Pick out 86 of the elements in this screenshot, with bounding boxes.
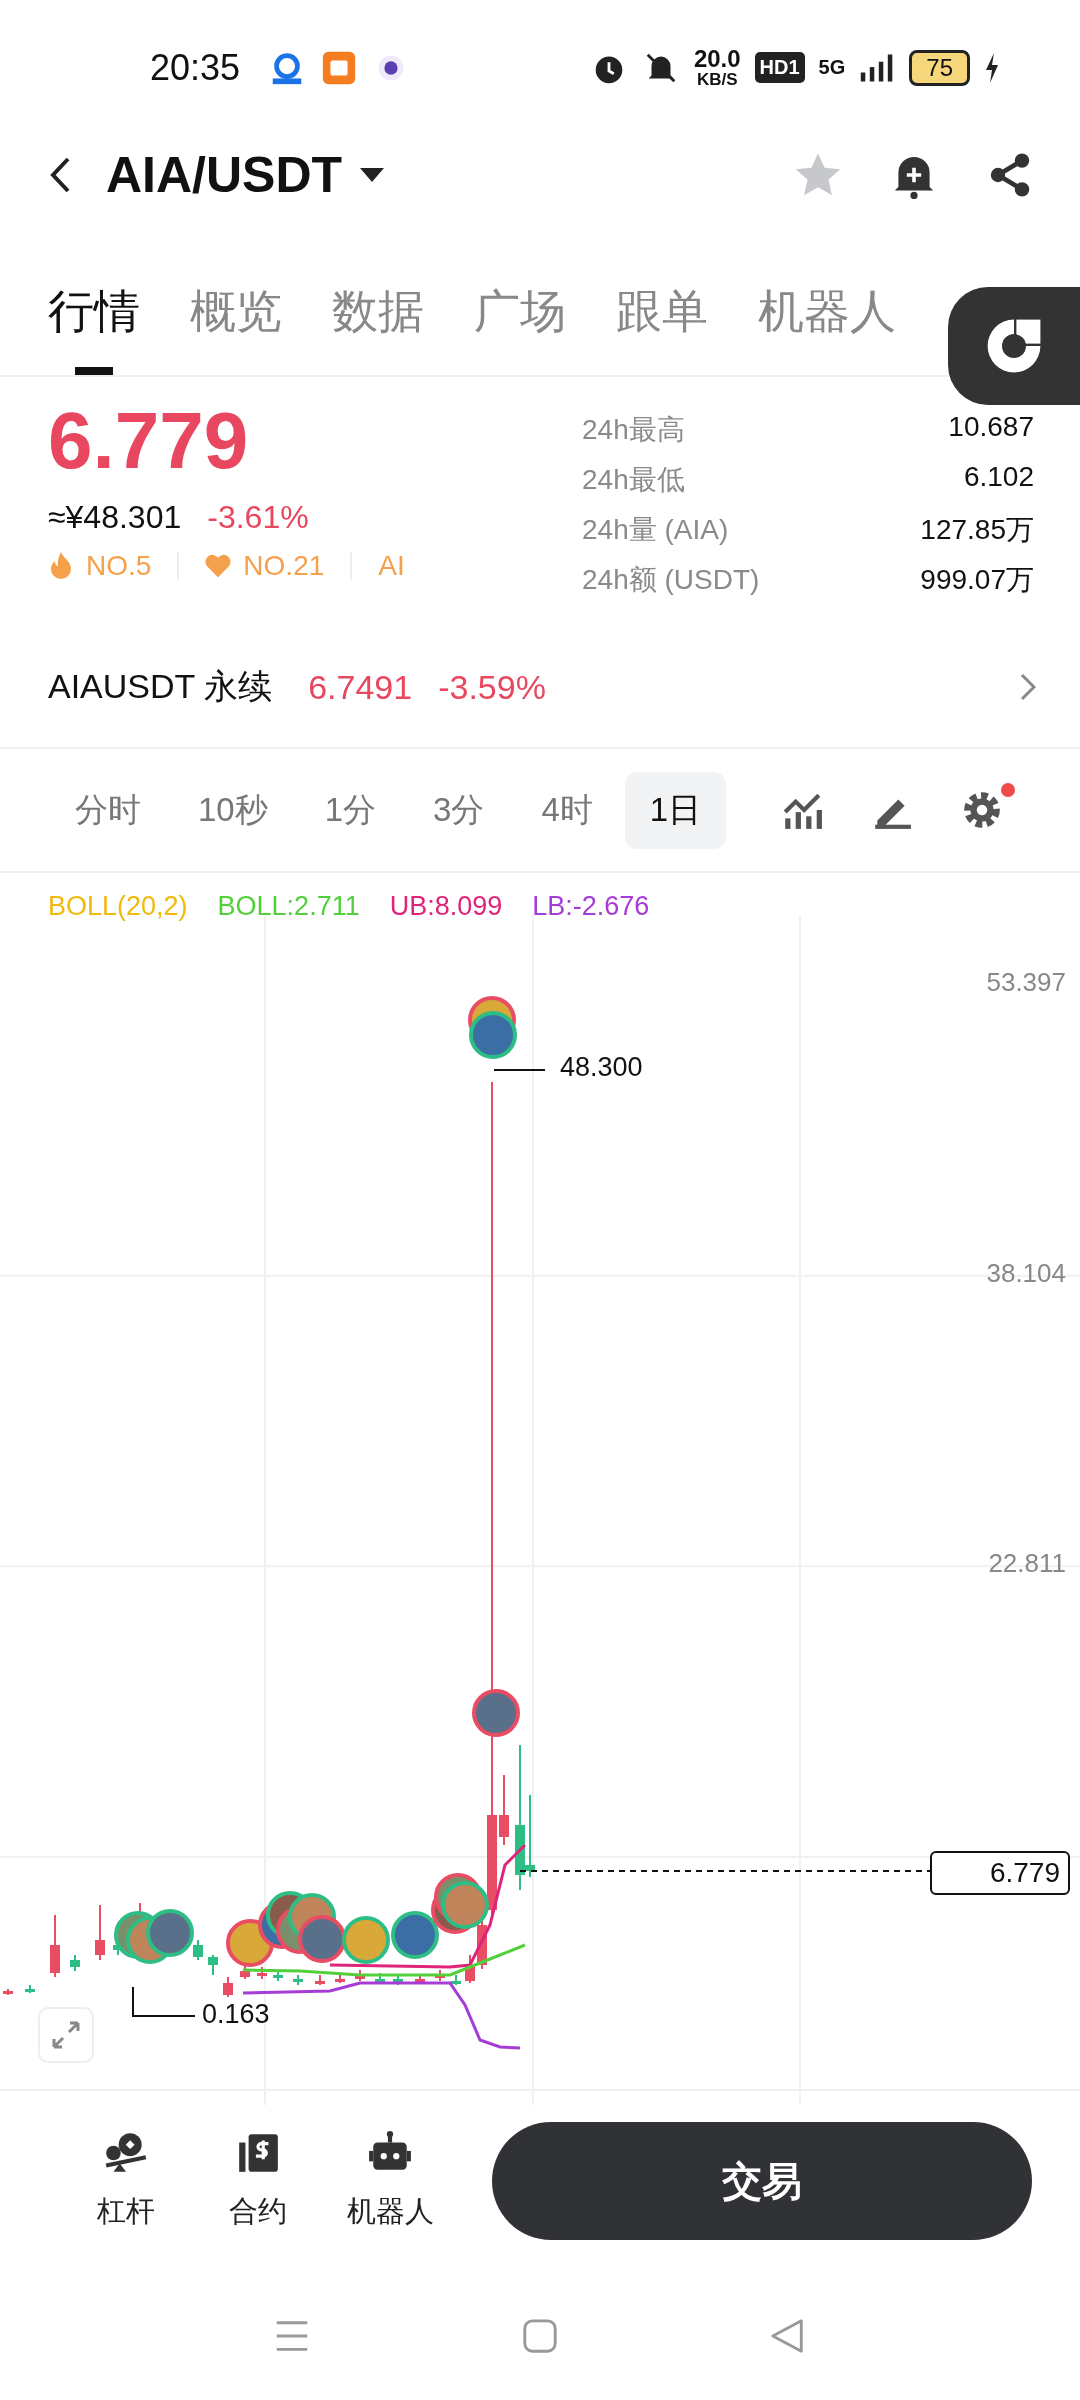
avatar-marker bbox=[472, 1689, 520, 1737]
chevron-right-icon bbox=[1020, 673, 1036, 701]
candle bbox=[257, 1966, 267, 1980]
timeframe-tab[interactable]: 分时 bbox=[50, 771, 166, 849]
candle bbox=[293, 1974, 303, 1986]
section-tab[interactable]: 跟单 bbox=[616, 281, 708, 375]
floating-logo-button[interactable] bbox=[948, 287, 1080, 405]
avatar-marker bbox=[469, 1011, 517, 1059]
timeframe-tab[interactable]: 4时 bbox=[516, 771, 618, 849]
indicator-label: UB:8.099 bbox=[389, 891, 503, 922]
expand-icon bbox=[51, 2020, 81, 2050]
candle bbox=[355, 1969, 365, 1982]
pair-title[interactable]: AIA/USDT bbox=[106, 146, 343, 204]
last-price-tag: 6.779 bbox=[930, 1851, 1070, 1895]
indicator-label: BOLL(20,2) bbox=[48, 891, 188, 922]
hd-badge: HD1 bbox=[754, 52, 805, 83]
candle bbox=[95, 1904, 105, 1961]
section-tab[interactable]: 广场 bbox=[474, 281, 566, 375]
stat-label: 24h额 (USDT) bbox=[582, 563, 760, 597]
low-price-label: 0.163 bbox=[202, 2000, 270, 2030]
candle bbox=[435, 1969, 445, 1982]
stat-value: 999.07万 bbox=[920, 563, 1034, 597]
cny-price: ≈¥48.301 bbox=[48, 499, 182, 536]
indicator-label: LB:-2.676 bbox=[532, 891, 650, 922]
candle bbox=[70, 1954, 80, 1972]
candle bbox=[273, 1969, 283, 1982]
stat-label: 24h最低 bbox=[582, 463, 685, 497]
avatar-marker bbox=[391, 1911, 439, 1959]
section-tab[interactable]: 数据 bbox=[332, 281, 424, 375]
stat-value: 10.687 bbox=[948, 411, 1034, 444]
stat-label: 24h最高 bbox=[582, 413, 685, 447]
candle bbox=[208, 1954, 218, 1976]
section-tab[interactable]: 概览 bbox=[190, 281, 282, 375]
candle bbox=[375, 1972, 385, 1984]
back-icon[interactable] bbox=[48, 155, 72, 195]
flame-icon bbox=[48, 552, 74, 580]
section-tab[interactable]: 机器人 bbox=[758, 281, 896, 375]
network-type: 5G bbox=[818, 56, 846, 79]
section-tab[interactable]: 行情 bbox=[48, 281, 140, 375]
timeframe-tab[interactable]: 1分 bbox=[299, 771, 402, 849]
candle bbox=[465, 1954, 475, 1984]
perpetual-row[interactable]: AIAUSDT 永续 6.7491 -3.59% bbox=[0, 627, 1080, 749]
timeframe-tab[interactable]: 3分 bbox=[408, 771, 510, 849]
candle bbox=[193, 1939, 203, 1961]
candle bbox=[335, 1974, 345, 1984]
timeframe-tab[interactable]: 10秒 bbox=[173, 771, 293, 849]
fullscreen-button[interactable] bbox=[38, 2007, 94, 2063]
candle bbox=[315, 1974, 325, 1986]
action-button[interactable]: 合约 bbox=[192, 2130, 324, 2232]
perpetual-price: 6.7491 bbox=[308, 667, 413, 707]
candle bbox=[499, 1774, 509, 1846]
high-price-label: 48.300 bbox=[560, 1052, 643, 1083]
candle bbox=[223, 1976, 233, 1998]
avatar-marker bbox=[298, 1915, 346, 1963]
perpetual-name: AIAUSDT 永续 bbox=[48, 666, 273, 707]
charging-icon bbox=[984, 52, 1000, 83]
last-price: 6.779 bbox=[48, 401, 250, 481]
battery-indicator: 75 bbox=[909, 49, 970, 86]
avatar-marker bbox=[146, 1909, 194, 1957]
avatar-marker bbox=[342, 1916, 390, 1964]
low-leader-line bbox=[132, 1986, 196, 2017]
axis-label: 38.104 bbox=[986, 1257, 1066, 1289]
candle bbox=[415, 1974, 425, 1984]
stat-label: 24h量 (AIA) bbox=[582, 513, 729, 547]
indicator-label: BOLL:2.711 bbox=[217, 891, 360, 922]
candle bbox=[3, 1988, 13, 1996]
avatar-marker bbox=[441, 1881, 489, 1929]
status-time: 20:35 bbox=[150, 46, 241, 89]
high-leader-line bbox=[493, 1069, 546, 1071]
candle bbox=[451, 1974, 461, 1986]
trade-button[interactable]: 交易 bbox=[492, 2122, 1032, 2240]
caret-icon[interactable] bbox=[360, 168, 385, 182]
price-change: -3.61% bbox=[207, 499, 309, 536]
heart-icon bbox=[205, 552, 232, 580]
timeframe-tab[interactable]: 1日 bbox=[624, 771, 727, 849]
stat-value: 6.102 bbox=[963, 461, 1034, 494]
axis-label: 53.397 bbox=[986, 967, 1066, 998]
home-icon[interactable] bbox=[521, 2317, 559, 2355]
perpetual-change: -3.59% bbox=[438, 667, 546, 707]
axis-label: 22.811 bbox=[988, 1548, 1066, 1580]
candle bbox=[25, 1984, 35, 1994]
stat-value: 127.85万 bbox=[920, 513, 1034, 547]
network-speed: 20.0 KB/S bbox=[693, 47, 741, 88]
action-button[interactable]: 杠杆 bbox=[60, 2130, 192, 2232]
action-button[interactable]: 机器人 bbox=[324, 2130, 456, 2232]
candle bbox=[50, 1914, 60, 1978]
